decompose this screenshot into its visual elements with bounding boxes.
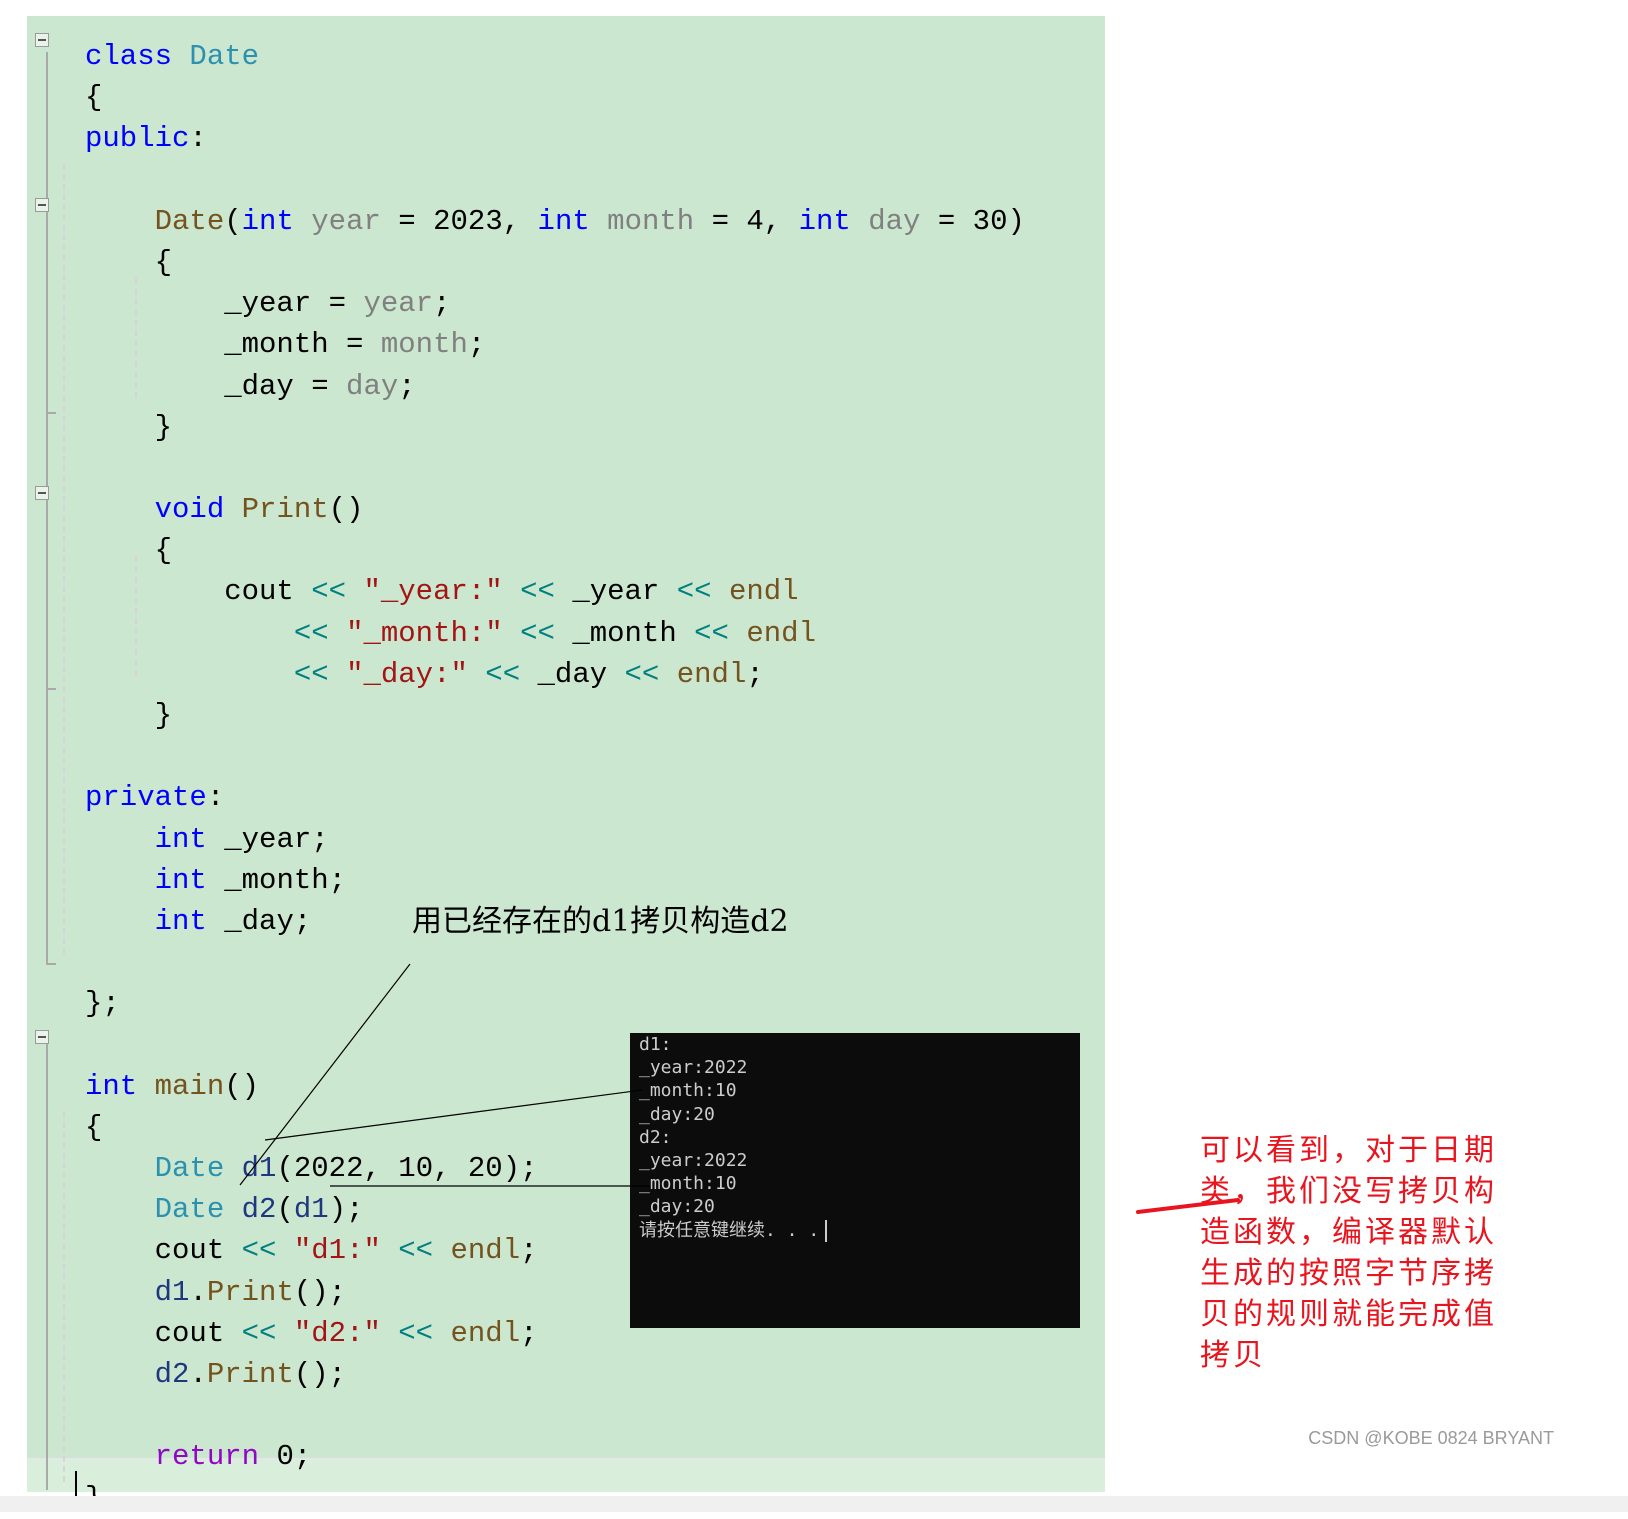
- explanation-annotation: 可以看到，对于日期类，我们没写拷贝构造函数，编译器默认生成的按照字节序拷贝的规则…: [1200, 1133, 1497, 1373]
- copy-construct-annotation: 用已经存在的d1拷贝构造d2: [412, 904, 789, 939]
- callout-line-d1-output: [264, 1089, 643, 1141]
- watermark: CSDN @KOBE 0824 BRYANT: [1308, 1428, 1554, 1448]
- bottom-strip: [0, 1496, 1628, 1512]
- callout-line-copy-note: [239, 963, 411, 1186]
